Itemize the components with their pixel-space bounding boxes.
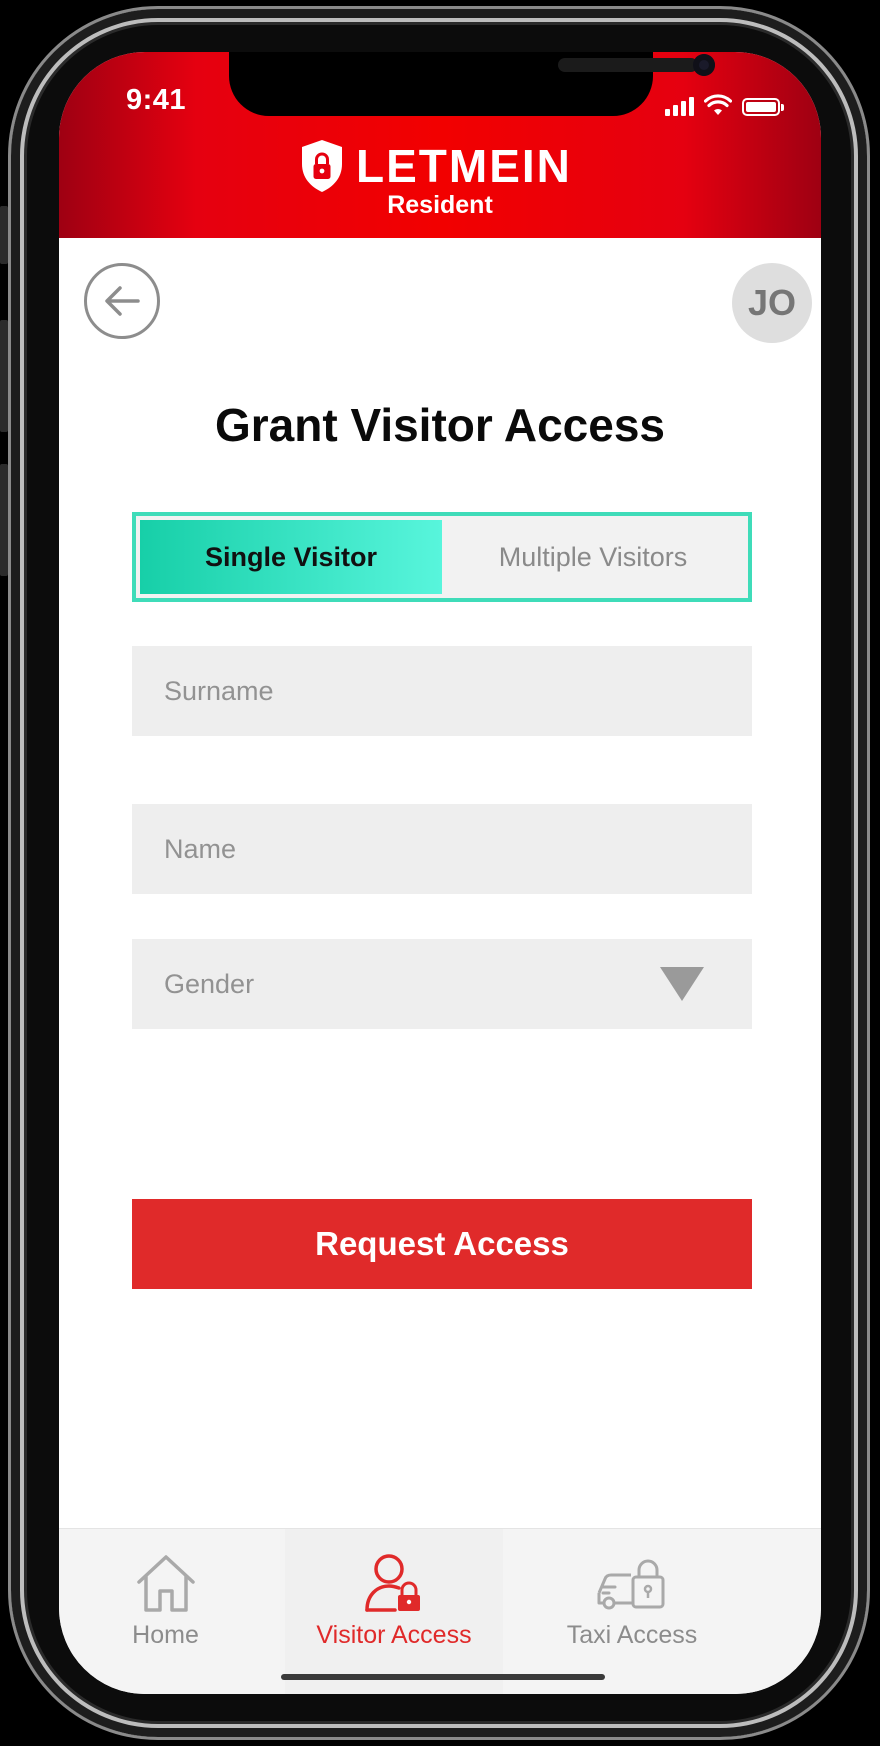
nav-visitor-access-label: Visitor Access — [316, 1621, 472, 1649]
brand-logo: LETMEIN — [298, 138, 572, 194]
home-icon — [136, 1555, 195, 1612]
wifi-icon — [704, 94, 732, 115]
brand-name: LETMEIN — [356, 140, 572, 192]
gender-placeholder: Gender — [164, 968, 255, 999]
back-button[interactable] — [84, 263, 160, 339]
car-lock-icon — [597, 1559, 665, 1610]
single-visitor-tab[interactable]: Single Visitor — [140, 520, 442, 594]
person-lock-icon — [365, 1554, 420, 1612]
device-notch — [229, 52, 715, 116]
name-input[interactable] — [164, 833, 752, 865]
shield-lock-icon — [302, 140, 342, 192]
side-button-volume-up — [0, 320, 8, 432]
bottom-navigation: Home Visitor Access Taxi Access — [59, 1528, 821, 1694]
status-icons — [665, 92, 784, 116]
visitor-type-toggle: Single Visitor Multiple Visitors — [132, 512, 752, 602]
side-button-mute — [0, 206, 8, 264]
app-header: 9:41 LETMEIN Resident — [59, 52, 821, 238]
app-subtitle: Resident — [387, 191, 493, 219]
page-title: Grant Visitor Access — [215, 399, 665, 451]
multiple-visitors-tab[interactable]: Multiple Visitors — [442, 520, 744, 594]
user-avatar[interactable]: JO — [732, 263, 812, 343]
arrow-left-icon — [105, 286, 140, 316]
gender-select[interactable]: Gender — [132, 939, 752, 1029]
nav-taxi-access[interactable]: Taxi Access — [519, 1529, 745, 1694]
front-camera — [693, 54, 715, 76]
side-button-volume-down — [0, 464, 8, 576]
nav-home[interactable]: Home — [59, 1529, 272, 1694]
app-screen: 9:41 LETMEIN Resident JO Grant Visitor A… — [59, 52, 821, 1694]
home-indicator — [281, 1674, 605, 1680]
cellular-signal-icon — [665, 96, 694, 116]
dropdown-caret-icon — [660, 967, 704, 1001]
surname-input[interactable] — [164, 675, 752, 707]
surname-field[interactable] — [132, 646, 752, 736]
speaker-grille — [558, 58, 698, 72]
nav-visitor-access[interactable]: Visitor Access — [285, 1529, 503, 1694]
battery-icon — [742, 98, 784, 116]
request-access-button[interactable]: Request Access — [132, 1199, 752, 1289]
status-time: 9:41 — [126, 84, 187, 116]
nav-taxi-access-label: Taxi Access — [566, 1621, 698, 1649]
nav-home-label: Home — [132, 1621, 199, 1649]
name-field[interactable] — [132, 804, 752, 894]
